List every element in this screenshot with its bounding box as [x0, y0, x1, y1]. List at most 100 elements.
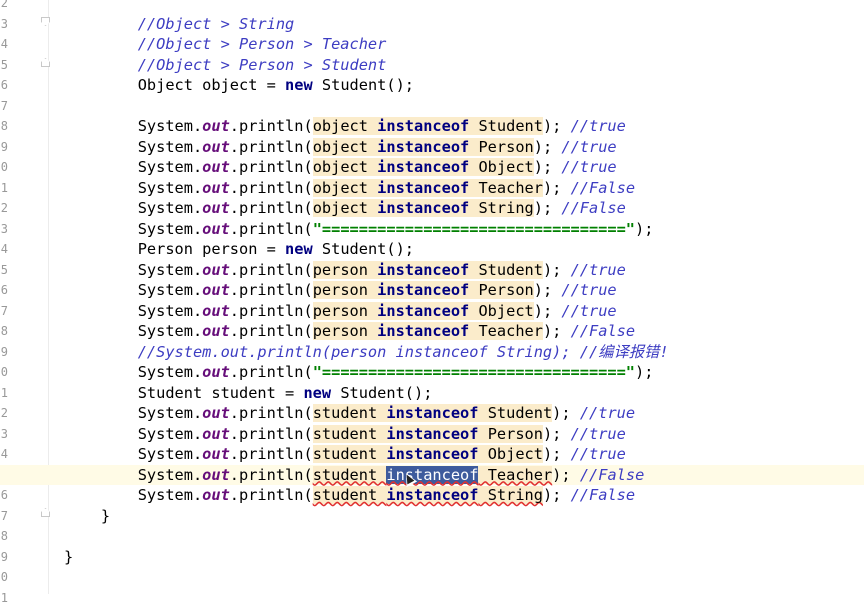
code-token: object [312, 158, 378, 176]
code-token: Student(); [331, 383, 433, 402]
code-token: out [202, 404, 230, 422]
code-line[interactable] [0, 526, 864, 546]
code-token: out [202, 219, 230, 238]
code-line[interactable]: System.out.println(person instanceof Stu… [0, 260, 864, 280]
code-token: person [312, 281, 378, 299]
code-text: System.out.println(student instanceof Pe… [64, 424, 626, 444]
code-line[interactable]: System.out.println(student instanceof St… [0, 485, 864, 505]
code-token: object [312, 178, 378, 197]
code-token: .println( [229, 486, 313, 504]
code-token: out [202, 117, 230, 135]
code-line[interactable] [0, 588, 864, 608]
code-token: //true [570, 445, 626, 463]
code-line[interactable]: System.out.println(object instanceof Str… [0, 198, 864, 218]
code-token: //Object > String [137, 14, 295, 33]
code-line[interactable]: Person person = new Student(); [0, 239, 864, 259]
code-text: Object object = new Student(); [64, 75, 414, 95]
code-text: //Object > String [64, 14, 295, 34]
code-token: System. [137, 363, 203, 381]
code-line[interactable]: //Object > Person > Teacher [0, 34, 864, 54]
code-token: Person [478, 424, 543, 443]
code-line[interactable]: System.out.println(person instanceof Per… [0, 280, 864, 300]
code-token: student [312, 465, 387, 484]
code-token: //true [561, 301, 617, 320]
code-line[interactable]: //Object > String [0, 14, 864, 34]
code-text: Student student = new Student(); [64, 383, 433, 403]
code-token: person [312, 322, 378, 340]
code-token: instanceof [377, 178, 470, 197]
code-line[interactable]: System.out.println(student instanceof Ob… [0, 444, 864, 464]
code-line[interactable]: System.out.println(object instanceof Obj… [0, 157, 864, 177]
code-token: .println( [229, 281, 313, 299]
code-token: out [202, 424, 230, 443]
code-token: .println( [229, 363, 313, 381]
code-line[interactable]: System.out.println("====================… [0, 362, 864, 382]
code-line[interactable]: System.out.println(person instanceof Tea… [0, 321, 864, 341]
code-text: System.out.println(object instanceof Tea… [64, 178, 635, 198]
code-token: //true [570, 260, 626, 279]
code-token: student [312, 404, 387, 422]
code-token: System. [137, 322, 203, 340]
code-token: ); [542, 322, 571, 340]
code-token: .println( [229, 158, 313, 176]
code-token: student [312, 424, 387, 443]
code-text: } [64, 547, 73, 567]
code-text: //System.out.println(person instanceof S… [64, 342, 669, 362]
code-line[interactable]: Student student = new Student(); [0, 383, 864, 403]
code-line[interactable]: System.out.println(object instanceof Tea… [0, 178, 864, 198]
code-token: System. [137, 137, 203, 156]
code-token: String [478, 486, 543, 504]
code-token: System. [137, 281, 203, 299]
code-token: ); [542, 178, 571, 197]
code-token: String [469, 199, 534, 217]
code-token: System. [137, 465, 203, 484]
code-line[interactable] [0, 567, 864, 587]
code-line[interactable]: //System.out.println(person instanceof S… [0, 342, 864, 362]
code-token: .println( [229, 404, 313, 422]
code-text: //Object > Person > Student [64, 55, 387, 75]
code-token: //False [570, 486, 636, 504]
current-code-line[interactable]: System.out.println(student instanceof Te… [0, 464, 864, 485]
code-line[interactable]: System.out.println(student instanceof St… [0, 403, 864, 423]
code-token: System. [137, 158, 203, 176]
code-token: ); [542, 486, 571, 504]
code-line[interactable]: System.out.println("====================… [0, 219, 864, 239]
code-line[interactable] [0, 96, 864, 116]
code-line[interactable]: } [0, 547, 864, 567]
code-token: out [202, 178, 230, 197]
code-text: System.out.println("====================… [64, 362, 654, 382]
code-token: System. [137, 219, 203, 238]
code-token: System. [137, 404, 203, 422]
code-line[interactable]: } [0, 506, 864, 526]
code-token: .println( [229, 465, 313, 484]
code-token: object [312, 199, 378, 217]
code-token: //true [561, 158, 617, 176]
code-token: out [202, 322, 230, 340]
code-line[interactable]: Object object = new Student(); [0, 75, 864, 95]
code-text: //Object > Person > Teacher [64, 34, 387, 54]
code-line[interactable]: System.out.println(object instanceof Per… [0, 137, 864, 157]
code-token: Student [469, 117, 543, 135]
code-text: System.out.println(object instanceof Obj… [64, 157, 617, 177]
code-token: Object object = [137, 76, 286, 94]
code-token: new [285, 76, 313, 94]
code-text: System.out.println(object instanceof Stu… [64, 116, 626, 136]
code-line[interactable] [0, 0, 864, 13]
code-line[interactable]: System.out.println(object instanceof Stu… [0, 116, 864, 136]
code-token: instanceof [386, 404, 479, 422]
code-text: System.out.println("====================… [64, 219, 654, 239]
code-line[interactable]: System.out.println(person instanceof Obj… [0, 301, 864, 321]
code-text: System.out.println(object instanceof Str… [64, 198, 626, 218]
code-token: ); [542, 424, 571, 443]
code-text: System.out.println(person instanceof Stu… [64, 260, 626, 280]
code-token: instanceof [377, 117, 470, 135]
code-token: out [202, 445, 230, 463]
code-token: out [202, 281, 230, 299]
code-text: System.out.println(student instanceof St… [64, 403, 635, 423]
code-token: person [312, 260, 378, 279]
code-token: out [202, 137, 230, 156]
code-text: System.out.println(object instanceof Per… [64, 137, 617, 157]
code-line[interactable]: System.out.println(student instanceof Pe… [0, 424, 864, 444]
code-token: //System.out.println(person instanceof S… [137, 342, 669, 361]
code-line[interactable]: //Object > Person > Student [0, 55, 864, 75]
